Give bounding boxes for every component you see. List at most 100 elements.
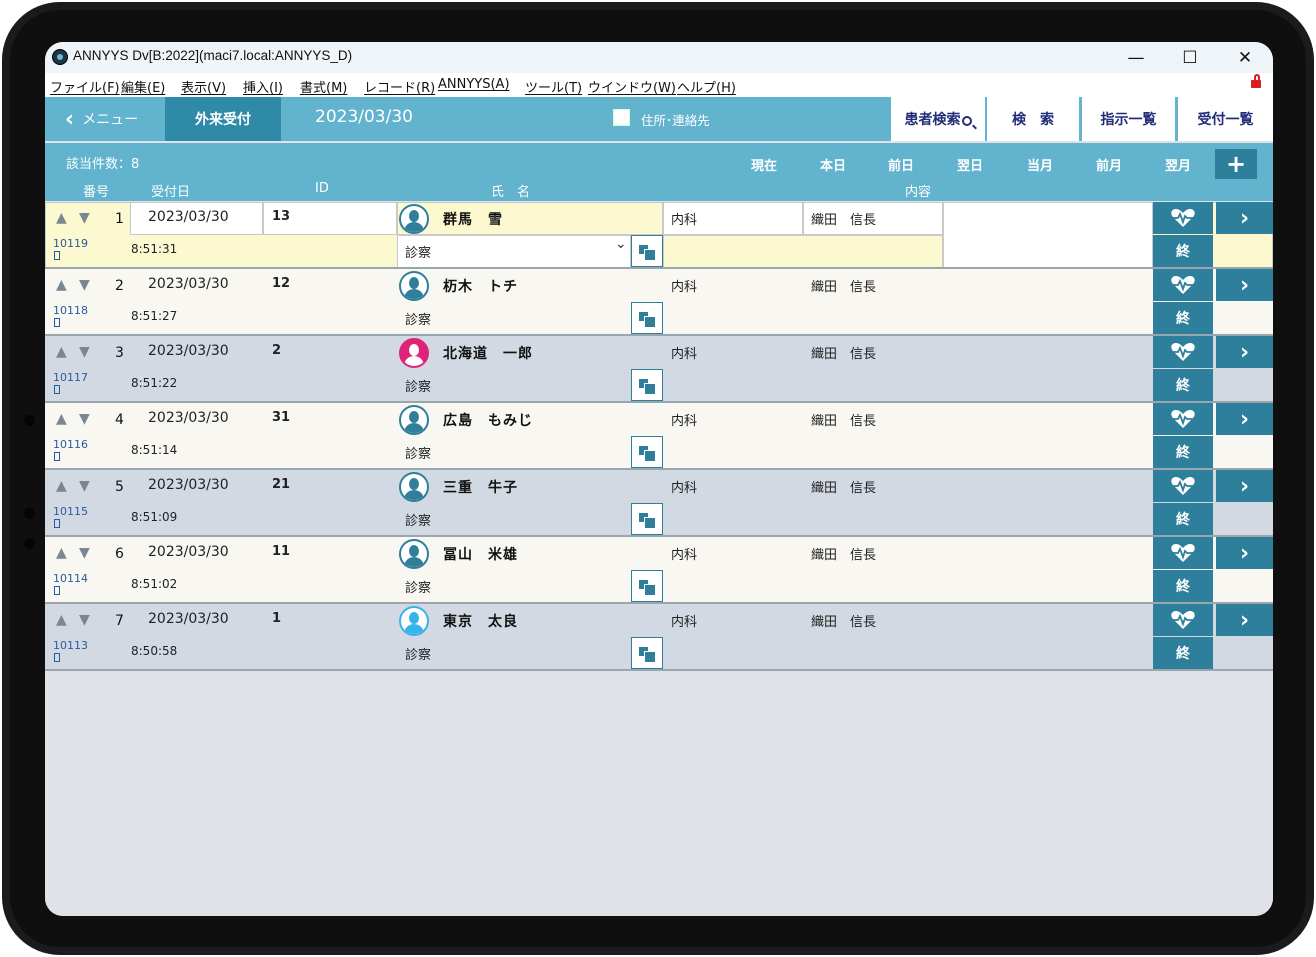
reception-date[interactable]: 2023/03/30 <box>148 209 229 225</box>
table-row[interactable]: ▲ ▼ 3 2023/03/30 2 10117 8:51:22 北海道 一郎 … <box>45 336 1273 403</box>
table-row[interactable]: ▲ ▼ 2 2023/03/30 12 10118 8:51:27 杤木 トチ … <box>45 269 1273 336</box>
menu-window[interactable]: ウインドウ(W) <box>588 77 676 96</box>
move-down-icon[interactable]: ▼ <box>79 411 90 427</box>
open-record-button[interactable]: › <box>1216 336 1273 368</box>
vitals-button[interactable] <box>1153 202 1213 234</box>
vitals-button[interactable] <box>1153 336 1213 368</box>
open-record-button[interactable]: › <box>1216 604 1273 636</box>
copy-icon[interactable] <box>631 369 663 401</box>
visit-type[interactable]: 診察 <box>405 577 431 596</box>
move-down-icon[interactable]: ▼ <box>79 344 90 360</box>
copy-icon[interactable] <box>631 637 663 669</box>
visit-type[interactable]: 診察 <box>405 443 431 462</box>
patient-name[interactable]: 杤木 トチ <box>443 276 518 296</box>
doctor[interactable]: 織田 信長 <box>811 477 876 496</box>
patient-search-button[interactable]: 患者検索 <box>891 97 985 141</box>
vitals-button[interactable] <box>1153 269 1213 301</box>
department[interactable]: 内科 <box>671 477 697 496</box>
copy-icon[interactable] <box>631 235 663 267</box>
patient-id[interactable]: 21 <box>272 477 290 492</box>
department[interactable]: 内科 <box>671 343 697 362</box>
reception-date[interactable]: 2023/03/30 <box>148 410 229 426</box>
doctor[interactable]: 織田 信長 <box>811 611 876 630</box>
vitals-button[interactable] <box>1153 537 1213 569</box>
period-prev-month[interactable]: 前月 <box>1096 155 1122 174</box>
menu-insert[interactable]: 挿入(I) <box>243 77 283 96</box>
period-today[interactable]: 本日 <box>820 155 846 174</box>
period-next-day[interactable]: 翌日 <box>957 155 983 174</box>
patient-name[interactable]: 三重 牛子 <box>443 477 518 497</box>
finish-button[interactable]: 終 <box>1153 235 1213 267</box>
open-record-button[interactable]: › <box>1216 403 1273 435</box>
table-row[interactable]: ▲ ▼ 5 2023/03/30 21 10115 8:51:09 三重 牛子 … <box>45 470 1273 537</box>
menu-help[interactable]: ヘルプ(H) <box>677 77 736 96</box>
visit-type[interactable]: 診察 <box>405 309 431 328</box>
period-this-month[interactable]: 当月 <box>1027 155 1053 174</box>
lock-icon[interactable] <box>1251 74 1261 88</box>
department[interactable]: 内科 <box>671 276 697 295</box>
open-record-button[interactable]: › <box>1216 470 1273 502</box>
menu-view[interactable]: 表示(V) <box>181 77 226 96</box>
copy-icon[interactable] <box>631 302 663 334</box>
menu-annyys[interactable]: ANNYYS(A) <box>438 77 510 92</box>
open-record-button[interactable]: › <box>1216 537 1273 569</box>
patient-name[interactable]: 広島 もみじ <box>443 410 533 430</box>
move-up-icon[interactable]: ▲ <box>56 210 67 226</box>
open-record-button[interactable]: › <box>1216 269 1273 301</box>
visit-type[interactable]: 診察 <box>405 644 431 663</box>
move-up-icon[interactable]: ▲ <box>56 612 67 628</box>
patient-id[interactable]: 31 <box>272 410 290 425</box>
minimize-button[interactable]: — <box>1110 42 1162 73</box>
department[interactable]: 内科 <box>671 611 697 630</box>
department[interactable]: 内科 <box>671 209 697 228</box>
finish-button[interactable]: 終 <box>1153 302 1213 334</box>
current-date[interactable]: 2023/03/30 <box>315 107 413 127</box>
patient-id[interactable]: 13 <box>272 209 290 224</box>
patient-name[interactable]: 群馬 雪 <box>443 209 503 229</box>
move-up-icon[interactable]: ▲ <box>56 411 67 427</box>
finish-button[interactable]: 終 <box>1153 503 1213 535</box>
visit-type[interactable]: 診察 <box>405 242 431 261</box>
move-up-icon[interactable]: ▲ <box>56 344 67 360</box>
visit-type[interactable]: 診察 <box>405 376 431 395</box>
period-now[interactable]: 現在 <box>751 155 777 174</box>
reception-date[interactable]: 2023/03/30 <box>148 611 229 627</box>
move-down-icon[interactable]: ▼ <box>79 545 90 561</box>
period-prev-day[interactable]: 前日 <box>888 155 914 174</box>
move-down-icon[interactable]: ▼ <box>79 277 90 293</box>
tab-outpatient-reception[interactable]: 外来受付 <box>165 97 281 141</box>
move-up-icon[interactable]: ▲ <box>56 545 67 561</box>
doctor[interactable]: 織田 信長 <box>811 209 876 228</box>
table-row[interactable]: ▲ ▼ 1 2023/03/30 13 10119 8:51:31 群馬 雪 診… <box>45 202 1273 269</box>
order-list-button[interactable]: 指示一覧 <box>1082 97 1175 141</box>
copy-icon[interactable] <box>631 436 663 468</box>
move-down-icon[interactable]: ▼ <box>79 210 90 226</box>
table-row[interactable]: ▲ ▼ 7 2023/03/30 1 10113 8:50:58 東京 太良 診… <box>45 604 1273 671</box>
menu-back-button[interactable]: ‹ メニュー <box>45 97 165 141</box>
reception-date[interactable]: 2023/03/30 <box>148 544 229 560</box>
menu-format[interactable]: 書式(M) <box>300 77 347 96</box>
finish-button[interactable]: 終 <box>1153 637 1213 669</box>
patient-name[interactable]: 冨山 米雄 <box>443 544 518 564</box>
visit-type[interactable]: 診察 <box>405 510 431 529</box>
copy-icon[interactable] <box>631 503 663 535</box>
patient-name[interactable]: 北海道 一郎 <box>443 343 533 363</box>
doctor[interactable]: 織田 信長 <box>811 343 876 362</box>
move-down-icon[interactable]: ▼ <box>79 478 90 494</box>
menu-record[interactable]: レコード(R) <box>364 77 435 96</box>
reception-date[interactable]: 2023/03/30 <box>148 343 229 359</box>
finish-button[interactable]: 終 <box>1153 570 1213 602</box>
reception-date[interactable]: 2023/03/30 <box>148 276 229 292</box>
patient-id[interactable]: 2 <box>272 343 281 358</box>
reception-date[interactable]: 2023/03/30 <box>148 477 229 493</box>
department[interactable]: 内科 <box>671 544 697 563</box>
department[interactable]: 内科 <box>671 410 697 429</box>
close-button[interactable]: ✕ <box>1219 42 1271 73</box>
move-down-icon[interactable]: ▼ <box>79 612 90 628</box>
reception-list-button[interactable]: 受付一覧 <box>1178 97 1273 141</box>
chevron-down-icon[interactable]: ⌄ <box>615 236 627 252</box>
table-row[interactable]: ▲ ▼ 4 2023/03/30 31 10116 8:51:14 広島 もみじ… <box>45 403 1273 470</box>
move-up-icon[interactable]: ▲ <box>56 277 67 293</box>
move-up-icon[interactable]: ▲ <box>56 478 67 494</box>
vitals-button[interactable] <box>1153 604 1213 636</box>
